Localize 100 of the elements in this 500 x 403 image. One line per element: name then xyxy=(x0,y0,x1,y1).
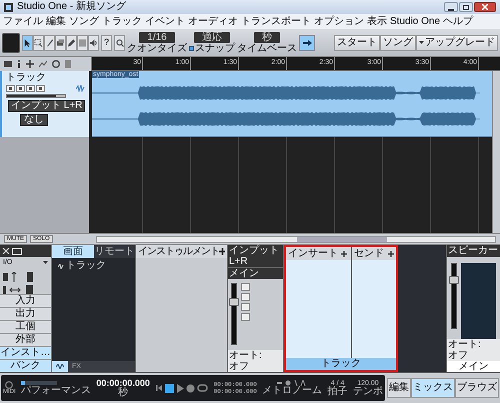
metronome-controls-icon[interactable] xyxy=(277,380,308,386)
mute-button[interactable] xyxy=(6,85,15,92)
stop-icon[interactable] xyxy=(165,384,174,392)
pencil-icon xyxy=(67,38,76,48)
time-display: 00:00:00.000 xyxy=(96,378,150,388)
monitor-button[interactable] xyxy=(241,313,250,321)
search-button[interactable] xyxy=(114,34,125,50)
nav-button[interactable]: スタート xyxy=(334,34,380,50)
info-icon[interactable] xyxy=(17,60,21,68)
metronome-label: メトロノーム xyxy=(262,386,322,396)
bank-tab[interactable]: リモート xyxy=(94,245,135,258)
bank-tab[interactable]: 画面 xyxy=(52,245,94,258)
tool-button[interactable] xyxy=(66,34,77,50)
search-icon xyxy=(116,38,124,46)
menu-item[interactable]: ソング xyxy=(69,16,99,26)
follow-button[interactable] xyxy=(299,34,315,50)
caret-icon[interactable] xyxy=(43,261,48,264)
automation-mode[interactable]: オート: オフ xyxy=(447,339,500,361)
performance-label: パフォーマンス xyxy=(21,386,92,396)
record-button[interactable] xyxy=(241,303,250,311)
menu-item[interactable]: オプション xyxy=(314,16,364,26)
automation-mode[interactable]: オート: オフ xyxy=(228,350,283,372)
console-nav-button[interactable]: 工個 xyxy=(0,320,51,333)
speaker-icon xyxy=(89,38,98,48)
channel-name[interactable]: トラック xyxy=(286,358,396,370)
fader-handle[interactable] xyxy=(229,298,239,306)
snap-label: スナップ xyxy=(195,42,235,54)
rewind-icon[interactable] xyxy=(155,384,164,392)
tool-button[interactable] xyxy=(22,34,33,50)
add-icon[interactable] xyxy=(219,248,225,255)
menu-item[interactable]: オーディオ xyxy=(188,16,238,26)
automation-icon[interactable] xyxy=(39,60,47,68)
input-selector[interactable]: インプット L+R xyxy=(228,245,283,267)
time-unit: 秒 xyxy=(118,388,128,398)
menu-item[interactable]: ヘルプ xyxy=(443,16,474,26)
scrollbar[interactable] xyxy=(492,71,500,233)
console-nav-button[interactable]: 外部 xyxy=(0,333,51,346)
display-panel xyxy=(2,32,20,52)
track-header[interactable]: トラック インプット L+R なし xyxy=(0,71,89,137)
midi-icon xyxy=(5,381,14,389)
maximize-button[interactable] xyxy=(459,2,473,12)
menu-item[interactable]: イベント xyxy=(145,16,185,26)
tool-button[interactable] xyxy=(88,34,99,50)
output-selector[interactable]: なし xyxy=(20,114,48,126)
range-icon xyxy=(34,38,43,48)
window-title: Studio One - 新規ソング xyxy=(17,2,126,12)
panel-title: センド xyxy=(354,248,384,258)
minimize-button[interactable] xyxy=(444,2,458,12)
monitor-button[interactable] xyxy=(36,85,45,92)
loop-icon[interactable] xyxy=(197,384,208,392)
fader-handle[interactable] xyxy=(449,276,459,284)
menu-item[interactable]: ファイル xyxy=(3,16,43,26)
nav-button[interactable]: ソング xyxy=(380,34,416,50)
view-button[interactable]: 編集 xyxy=(387,378,411,398)
nav-button[interactable]: アップグレード xyxy=(416,34,498,50)
menu-item[interactable]: トランスポート xyxy=(241,16,311,26)
tool-button[interactable] xyxy=(33,34,44,50)
output-selector[interactable]: メイン xyxy=(447,361,500,372)
horizontal-scrollbar[interactable] xyxy=(96,236,496,242)
quantize-value[interactable]: 1/16 xyxy=(139,32,175,42)
track-name[interactable]: トラック xyxy=(6,73,85,83)
console-nav-button[interactable]: 出力 xyxy=(0,307,51,320)
view-button[interactable]: ブラウズ xyxy=(455,378,499,398)
clock-icon[interactable] xyxy=(52,60,60,68)
record-button[interactable] xyxy=(26,85,35,92)
console-nav-button[interactable]: インスト… xyxy=(0,346,51,359)
window-icon[interactable] xyxy=(12,248,22,255)
add-icon[interactable] xyxy=(26,60,34,68)
help-button[interactable]: ? xyxy=(101,34,112,50)
menu-item[interactable]: Studio One xyxy=(390,16,440,26)
view-button[interactable]: ミックス xyxy=(411,378,455,398)
add-icon[interactable] xyxy=(388,250,394,256)
close-icon xyxy=(482,4,488,10)
console-nav-button[interactable]: バンク xyxy=(0,359,51,372)
output-selector[interactable]: メイン xyxy=(228,267,283,279)
input-selector[interactable]: インプット L+R xyxy=(8,100,86,112)
timebase-value[interactable]: 秒 xyxy=(254,32,280,42)
tool-button[interactable] xyxy=(44,34,55,50)
menu-item[interactable]: トラック xyxy=(102,16,142,26)
solo-button[interactable] xyxy=(241,293,250,301)
scrollbar-thumb[interactable] xyxy=(296,236,387,242)
close-icon[interactable] xyxy=(2,248,10,254)
app-icon xyxy=(4,2,13,12)
solo-button[interactable] xyxy=(16,85,25,92)
waveform-icon xyxy=(56,364,64,369)
add-icon[interactable] xyxy=(341,250,347,256)
audio-filter-button[interactable] xyxy=(52,361,68,372)
menu-item[interactable]: 表示 xyxy=(367,16,387,26)
close-button[interactable] xyxy=(474,2,496,12)
menu-item[interactable]: 編集 xyxy=(46,16,66,26)
tempo-label: テンポ xyxy=(352,386,383,396)
maximize-icon xyxy=(463,4,469,10)
tool-button[interactable] xyxy=(55,34,66,50)
mute-button[interactable] xyxy=(241,283,250,291)
snap-value[interactable]: 適応 xyxy=(194,32,230,42)
waveform-icon xyxy=(76,85,85,92)
play-icon[interactable] xyxy=(176,384,184,392)
bank-item[interactable]: トラック xyxy=(66,261,106,271)
snap-checkbox[interactable] xyxy=(189,46,194,50)
console-nav-button[interactable]: 入力 xyxy=(0,294,51,307)
